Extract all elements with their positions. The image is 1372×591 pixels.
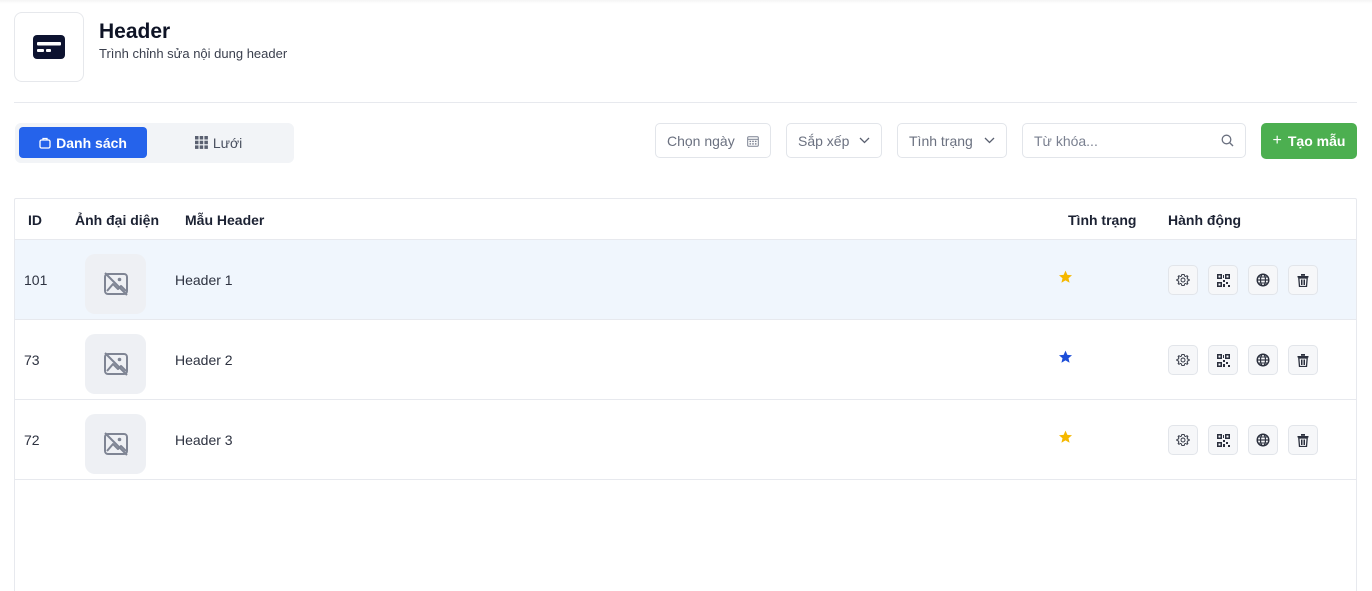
list-view-button[interactable]: Danh sách <box>19 127 148 158</box>
header-card-icon <box>33 35 65 59</box>
qr-code-icon <box>1216 273 1230 287</box>
delete-button[interactable] <box>1288 345 1318 375</box>
globe-icon <box>1256 353 1270 367</box>
view-toggle: Danh sách Lưới <box>15 123 294 163</box>
settings-button[interactable] <box>1168 265 1198 295</box>
header-divider <box>14 102 1357 103</box>
settings-icon <box>1176 273 1190 287</box>
sort-dropdown[interactable]: Sắp xếp <box>786 123 882 158</box>
column-id: ID <box>28 212 42 228</box>
search-box <box>1022 123 1246 158</box>
delete-button[interactable] <box>1288 265 1318 295</box>
row-status <box>1058 350 1073 367</box>
globe-icon <box>1256 273 1270 287</box>
table-row[interactable]: 101 Header 1 <box>15 240 1356 320</box>
settings-icon <box>1176 433 1190 447</box>
row-thumbnail <box>85 254 146 314</box>
grid-view-icon <box>194 136 208 149</box>
trash-icon <box>1297 433 1309 447</box>
date-picker-label: Chọn ngày <box>667 132 735 149</box>
sort-dropdown-label: Sắp xếp <box>798 132 850 149</box>
globe-button[interactable] <box>1248 265 1278 295</box>
trash-icon <box>1297 273 1309 287</box>
plus-icon: + <box>1272 132 1282 149</box>
image-placeholder-icon <box>103 432 128 456</box>
image-placeholder-icon <box>103 352 128 376</box>
row-thumbnail <box>85 414 146 474</box>
row-id: 73 <box>24 352 40 368</box>
chevron-down-icon <box>859 137 870 144</box>
row-id: 101 <box>24 272 48 288</box>
status-dropdown-label: Tình trạng <box>909 132 973 149</box>
column-name: Mẫu Header <box>185 212 265 228</box>
calendar-icon <box>747 135 759 147</box>
star-icon <box>1058 430 1073 443</box>
create-template-label: Tạo mẫu <box>1287 133 1346 149</box>
qr-code-button[interactable] <box>1208 345 1238 375</box>
globe-button[interactable] <box>1248 425 1278 455</box>
globe-button[interactable] <box>1248 345 1278 375</box>
search-input[interactable] <box>1034 132 1221 149</box>
status-dropdown[interactable]: Tình trạng <box>897 123 1007 158</box>
delete-button[interactable] <box>1288 425 1318 455</box>
qr-code-button[interactable] <box>1208 425 1238 455</box>
page-title: Header <box>99 20 171 43</box>
qr-code-icon <box>1216 353 1230 367</box>
qr-code-button[interactable] <box>1208 265 1238 295</box>
page-subtitle: Trình chỉnh sửa nội dung header <box>99 46 288 61</box>
row-status <box>1058 270 1073 287</box>
grid-view-label: Lưới <box>212 134 243 151</box>
column-actions: Hành động <box>1168 212 1242 228</box>
row-status <box>1058 430 1073 447</box>
top-shadow <box>0 0 1372 4</box>
row-thumbnail <box>85 334 146 394</box>
chevron-down-icon <box>984 137 995 144</box>
image-placeholder-icon <box>103 272 128 296</box>
table-row[interactable]: 72 Header 3 <box>15 400 1356 480</box>
table-header-row: ID Ảnh đại diện Mẫu Header Tình trạng Hà… <box>15 199 1356 240</box>
row-actions <box>1168 425 1328 455</box>
row-name: Header 3 <box>175 432 233 448</box>
trash-icon <box>1297 353 1309 367</box>
row-actions <box>1168 265 1328 295</box>
table-row[interactable]: 73 Header 2 <box>15 320 1356 400</box>
header-logo-box <box>14 12 84 82</box>
qr-code-icon <box>1216 433 1230 447</box>
grid-view-button[interactable]: Lưới <box>147 127 290 158</box>
column-status: Tình trạng <box>1068 212 1137 228</box>
settings-icon <box>1176 353 1190 367</box>
list-view-icon <box>39 137 51 149</box>
search-icon[interactable] <box>1221 134 1234 147</box>
row-actions <box>1168 345 1328 375</box>
settings-button[interactable] <box>1168 425 1198 455</box>
row-id: 72 <box>24 432 40 448</box>
list-view-label: Danh sách <box>56 134 127 151</box>
row-name: Header 2 <box>175 352 233 368</box>
settings-button[interactable] <box>1168 345 1198 375</box>
page-header: Header Trình chỉnh sửa nội dung header <box>14 12 287 82</box>
star-icon <box>1058 270 1073 283</box>
row-name: Header 1 <box>175 272 233 288</box>
globe-icon <box>1256 433 1270 447</box>
star-icon <box>1058 350 1073 363</box>
column-thumbnail: Ảnh đại diện <box>75 212 159 228</box>
create-template-button[interactable]: + Tạo mẫu <box>1261 123 1357 159</box>
date-picker[interactable]: Chọn ngày <box>655 123 771 158</box>
header-table: ID Ảnh đại diện Mẫu Header Tình trạng Hà… <box>14 198 1357 591</box>
